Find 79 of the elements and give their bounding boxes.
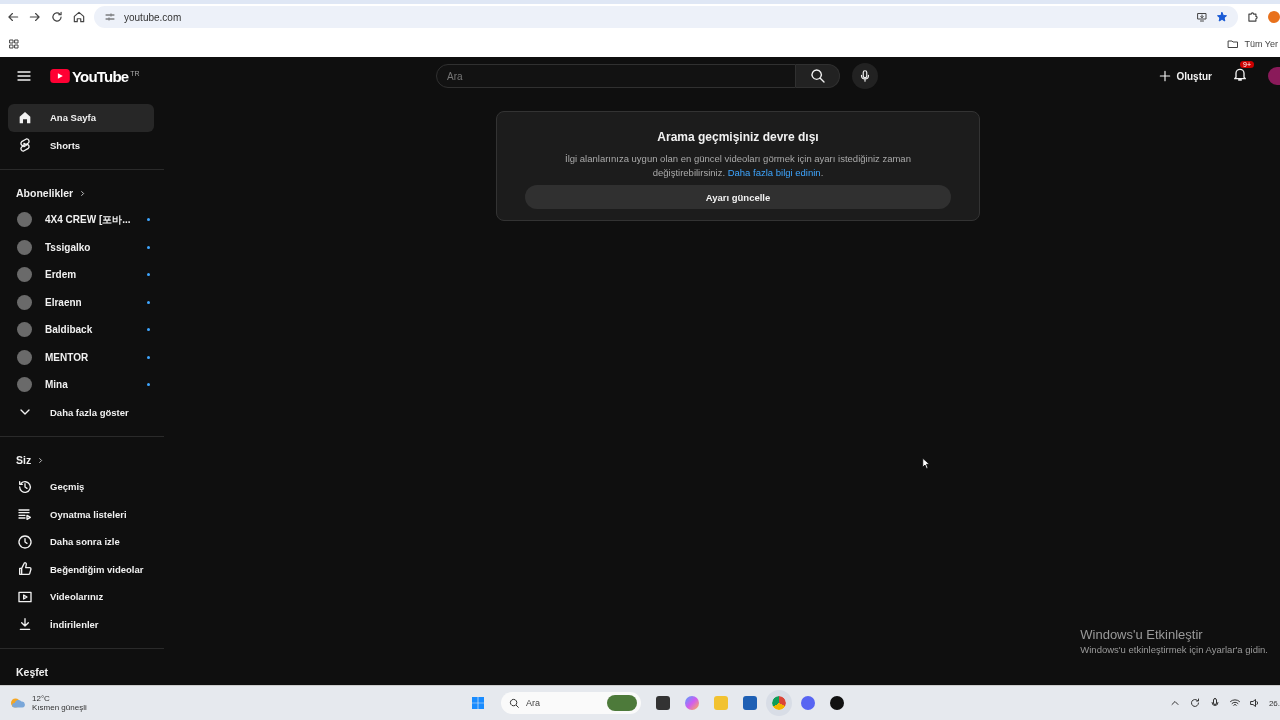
thumbs-up-icon <box>17 561 33 578</box>
mouse-cursor-icon <box>922 457 931 470</box>
create-button[interactable]: Oluştur <box>1158 69 1212 83</box>
activation-text: Windows'u etkinleştirmek için Ayarlar'a gidin. <box>1080 644 1268 655</box>
sidebar-item[interactable]: Oynatma listeleri <box>8 500 154 528</box>
profile-avatar[interactable] <box>1268 11 1280 23</box>
taskbar-search-field[interactable]: Ara <box>501 692 641 714</box>
section-link[interactable]: Abonelikler <box>8 180 154 206</box>
windows-start-icon[interactable] <box>470 695 486 711</box>
sidebar-item[interactable]: Videolarınız <box>8 583 154 611</box>
chevron-right-icon <box>36 455 46 465</box>
folder-icon <box>1227 37 1240 50</box>
playlist-icon <box>17 506 33 523</box>
sidebar-item[interactable]: İndirilenler <box>8 610 154 638</box>
channel-item[interactable]: Erdem <box>8 261 154 289</box>
home-icon <box>17 109 33 126</box>
clock-icon <box>17 533 33 550</box>
search-field[interactable]: Ara <box>436 64 796 88</box>
section-title: Keşfet <box>15 665 50 680</box>
sidebar-item[interactable]: Beğendiğim videolar <box>8 555 154 583</box>
search-button[interactable] <box>796 64 840 88</box>
history-icon <box>17 478 33 495</box>
address-bar[interactable]: youtube.com <box>94 6 1238 28</box>
apps-grid-icon[interactable] <box>8 37 20 50</box>
update-setting-button[interactable]: Ayarı güncelle <box>525 185 951 209</box>
install-icon[interactable] <box>1196 11 1208 23</box>
weather-widget[interactable]: 12°C Kısmen güneşli <box>8 694 470 712</box>
notice-text: İlgi alanlarınıza uygun olan en güncel videoları görmek için ayarı istediğiniz zaman değiştirebilirsiniz. Daha fazla bilgi edinin. <box>564 152 912 180</box>
notice-title: Arama geçmişiniz devre dışı <box>656 130 820 144</box>
sync-icon[interactable] <box>1188 697 1201 709</box>
play-logo-icon <box>50 69 70 83</box>
channel-avatar <box>17 377 32 393</box>
sidebar-item[interactable]: Shorts <box>8 131 154 159</box>
menu-icon[interactable] <box>16 68 32 84</box>
channel-avatar <box>17 322 32 338</box>
sidebar-item[interactable]: Ana Sayfa <box>8 104 154 132</box>
channel-avatar <box>17 267 32 283</box>
temperature-text: 12°C <box>32 694 51 703</box>
site-settings-icon[interactable] <box>104 11 116 23</box>
channel-item[interactable]: Baldiback <box>8 316 154 344</box>
search-icon <box>509 697 520 709</box>
clock-text[interactable]: 26. <box>1268 698 1280 708</box>
section-link[interactable]: Siz <box>8 447 154 473</box>
download-icon <box>17 616 33 633</box>
microphone-icon[interactable] <box>1208 697 1221 709</box>
channel-item[interactable]: MENTOR <box>8 343 154 371</box>
home-icon[interactable] <box>72 10 86 24</box>
wifi-icon[interactable] <box>1228 697 1241 709</box>
sidebar-item[interactable]: Geçmiş <box>8 473 154 501</box>
channel-item[interactable]: Elraenn <box>8 288 154 316</box>
channel-avatar <box>17 349 32 365</box>
channel-avatar <box>17 294 32 310</box>
activation-title: Windows'u Etkinleştir <box>1080 627 1204 642</box>
channel-avatar <box>17 212 32 228</box>
notifications-icon[interactable] <box>1232 66 1248 82</box>
voice-search-button[interactable] <box>852 63 878 89</box>
show-more-item[interactable]: Daha fazla göster <box>8 398 154 426</box>
star-icon[interactable] <box>1216 11 1228 23</box>
channel-item[interactable]: 4X4 CREW [포바... <box>8 206 154 234</box>
reload-icon[interactable] <box>50 10 64 24</box>
microphone-icon <box>858 69 872 83</box>
channel-avatar <box>17 239 32 255</box>
youtube-logo[interactable]: YouTube$^{TR}$ <box>50 67 140 85</box>
learn-more-link[interactable]: Daha fazla bilgi edinin <box>727 167 821 178</box>
channel-item[interactable]: Mina <box>8 371 154 399</box>
search-icon <box>809 68 826 84</box>
speaker-icon[interactable] <box>1248 697 1261 709</box>
channel-item[interactable]: Tssigalko <box>8 233 154 261</box>
chevron-right-icon <box>78 188 88 198</box>
bookmarks-folder[interactable]: Tüm Yer <box>1227 37 1278 50</box>
forward-icon[interactable] <box>28 10 42 24</box>
plus-icon <box>1158 69 1173 83</box>
back-icon[interactable] <box>6 10 20 24</box>
url-text: youtube.com <box>124 11 182 23</box>
folder-label: Tüm Yer <box>1244 38 1278 49</box>
shorts-icon <box>17 137 33 154</box>
weather-text: Kısmen güneşli <box>32 703 87 712</box>
puzzle-icon[interactable] <box>1246 10 1260 24</box>
sidebar-item[interactable]: Daha sonra izle <box>8 528 154 556</box>
